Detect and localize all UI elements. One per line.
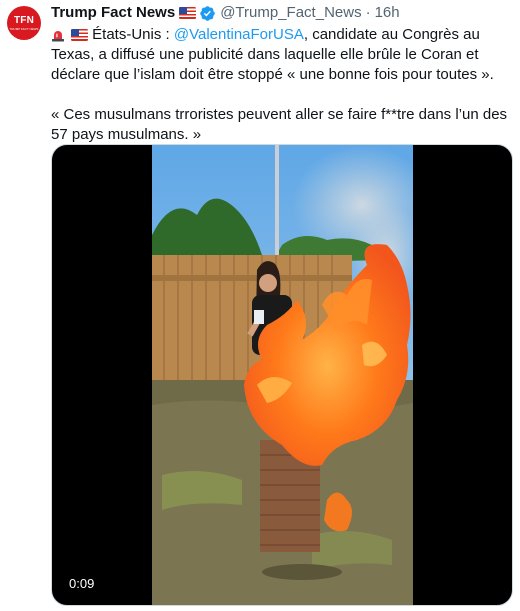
tweet-country-text: États-Unis : [92, 26, 174, 43]
header-separator: · [365, 4, 371, 21]
author-handle[interactable]: @Trump_Fact_News [220, 3, 361, 23]
video-frame [152, 145, 413, 605]
avatar-subtext: TRUMP FACT NEWS [9, 26, 39, 31]
author-avatar[interactable]: TFN TRUMP FACT NEWS [7, 6, 41, 40]
avatar-logo-text: TFN [13, 14, 35, 26]
mention-link[interactable]: @ValentinaForUSA [174, 26, 304, 43]
tweet-quote: « Ces musulmans trroristes peuvent aller… [51, 106, 508, 143]
us-flag-icon [179, 3, 197, 23]
video-player[interactable]: 0:09 [51, 144, 513, 606]
us-flag-icon [71, 25, 89, 45]
verified-badge-icon [200, 5, 215, 21]
tweet-paragraph: États-Unis : @ValentinaForUSA, candidate… [51, 25, 513, 85]
video-duration: 0:09 [64, 575, 100, 593]
siren-icon [51, 28, 65, 42]
author-name[interactable]: Trump Fact News [51, 3, 175, 23]
tweet: TFN TRUMP FACT NEWS Trump Fact News @Tru… [0, 0, 520, 611]
tweet-header: Trump Fact News @Trump_Fact_News · 16h [51, 3, 400, 23]
tweet-timestamp[interactable]: 16h [375, 3, 400, 23]
tweet-text: États-Unis : @ValentinaForUSA, candidate… [51, 25, 513, 145]
